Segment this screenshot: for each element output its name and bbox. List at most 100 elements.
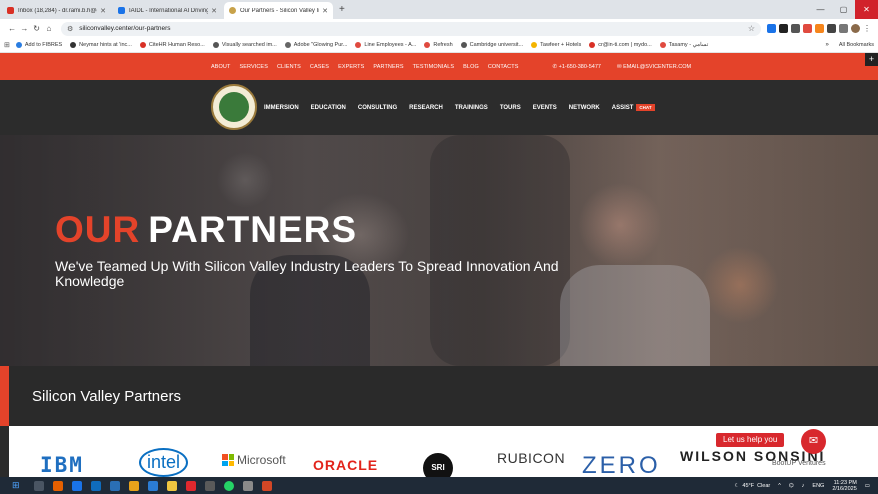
- back-button[interactable]: ←: [6, 24, 18, 33]
- topnav-testimonials[interactable]: TESTIMONIALS: [413, 64, 455, 70]
- moon-icon: ☾: [734, 482, 740, 489]
- bookmark-item[interactable]: Refresh: [424, 42, 453, 48]
- clock[interactable]: 11:23 PM 2/16/2025: [832, 480, 856, 492]
- email-link[interactable]: ✉ EMAIL@SVICENTER.COM: [617, 64, 691, 70]
- window-controls: — ▢ ✕: [809, 0, 878, 19]
- windows-start-icon[interactable]: ⊞: [12, 480, 26, 491]
- topnav-about[interactable]: ABOUT: [211, 64, 230, 70]
- tab-inbox[interactable]: Inbox (18,284) - dr.rami.b.h@gm... ✕: [2, 2, 111, 19]
- close-tab-icon[interactable]: ✕: [100, 7, 106, 15]
- apps-grid-icon[interactable]: ⊞: [4, 41, 10, 49]
- bookmark-icon: [139, 42, 146, 48]
- bookmark-label: Line Employees - A...: [364, 42, 417, 48]
- menu-education[interactable]: EDUCATION: [311, 105, 346, 111]
- address-bar[interactable]: ⚙ siliconvalley.center/our-partners ☆: [61, 21, 761, 36]
- powerpoint-icon[interactable]: [262, 480, 272, 491]
- extension-icon[interactable]: [791, 24, 800, 33]
- phone-link[interactable]: ✆ +1-650-380-5477: [552, 64, 601, 70]
- topnav-blog[interactable]: BLOG: [463, 64, 479, 70]
- topnav-services[interactable]: SERVICES: [239, 64, 268, 70]
- bookmark-item[interactable]: Neymar hints at 'inc...: [70, 42, 132, 48]
- all-bookmarks-button[interactable]: All Bookmarks: [839, 42, 874, 48]
- topnav-contacts[interactable]: CONTACTS: [488, 64, 519, 70]
- new-tab-button[interactable]: +: [339, 4, 345, 15]
- app-icon[interactable]: [110, 480, 120, 491]
- ibm-logo[interactable]: IBM: [40, 453, 84, 477]
- network-icon[interactable]: ⌬: [789, 483, 794, 489]
- intel-logo[interactable]: intel: [139, 448, 189, 477]
- menu-events[interactable]: EVENTS: [533, 105, 557, 111]
- forward-button[interactable]: →: [18, 24, 30, 33]
- chevron-up-icon[interactable]: ^: [778, 483, 781, 489]
- hero-title: OUR PARTNERS: [55, 209, 357, 251]
- menu-immersion[interactable]: IMMERSION: [264, 105, 299, 111]
- bookmark-item[interactable]: Add to FIBRES: [15, 42, 62, 48]
- bookmark-item[interactable]: Tawfeer + Hotels: [531, 42, 581, 48]
- chat-help-bubble[interactable]: Let us help you: [716, 433, 785, 447]
- close-tab-icon[interactable]: ✕: [211, 7, 217, 15]
- puzzle-icon[interactable]: [839, 24, 848, 33]
- home-button[interactable]: ⌂: [43, 24, 55, 33]
- chrome-icon[interactable]: [243, 480, 253, 491]
- bookmark-item[interactable]: Cambridge universit...: [460, 42, 523, 48]
- rubicon-logo[interactable]: RUBICON: [497, 450, 565, 466]
- tab-our-partners[interactable]: Our Partners - Silicon Valley Inn... ✕: [224, 2, 333, 19]
- extension-icon[interactable]: [767, 24, 776, 33]
- bookmark-item[interactable]: Adobe "Glowing Pur...: [284, 42, 347, 48]
- bookmark-item[interactable]: Visually searched im...: [212, 42, 277, 48]
- notification-icon[interactable]: ▭: [865, 483, 870, 489]
- tab-iaidl[interactable]: IAIDL - International AI Driving... ✕: [113, 2, 222, 19]
- messenger-icon[interactable]: ✉: [801, 429, 826, 454]
- chrome-icon[interactable]: [129, 480, 139, 491]
- file-explorer-icon[interactable]: [167, 480, 177, 491]
- chrome-icon[interactable]: [72, 480, 82, 491]
- maximize-button[interactable]: ▢: [832, 0, 855, 19]
- reload-button[interactable]: ↻: [31, 24, 43, 33]
- sri-logo[interactable]: SRI: [423, 453, 453, 477]
- oracle-logo[interactable]: ORACLE: [313, 457, 378, 473]
- bookmark-item[interactable]: Line Employees - A...: [355, 42, 416, 48]
- search-icon[interactable]: [34, 480, 44, 491]
- volume-icon[interactable]: ♪: [802, 483, 805, 489]
- zero-logo[interactable]: ZERO: [582, 452, 661, 477]
- metamask-icon[interactable]: [815, 24, 824, 33]
- menu-trainings[interactable]: TRAININGS: [455, 105, 488, 111]
- close-window-button[interactable]: ✕: [855, 0, 878, 19]
- menu-network[interactable]: NETWORK: [569, 105, 600, 111]
- outlook-icon[interactable]: [91, 480, 101, 491]
- bookmark-item[interactable]: CiteHR Human Reso...: [139, 42, 205, 48]
- topnav-cases[interactable]: CASES: [310, 64, 329, 70]
- minimize-button[interactable]: —: [809, 0, 832, 19]
- system-tray: ☾ 45°F Clear ^ ⌬ ♪ ENG 11:23 PM 2/16/202…: [734, 480, 878, 492]
- language-indicator[interactable]: ENG: [812, 483, 824, 489]
- microsoft-logo[interactable]: Microsoft: [222, 453, 286, 467]
- url-text[interactable]: siliconvalley.center/our-partners: [79, 25, 748, 32]
- menu-assist[interactable]: ASSIST CHAT: [612, 103, 655, 111]
- app-icon[interactable]: [205, 480, 215, 491]
- bootup-ventures-logo[interactable]: BootUP Ventures: [772, 460, 826, 467]
- topnav-experts[interactable]: EXPERTS: [338, 64, 364, 70]
- extension-icon[interactable]: [779, 24, 788, 33]
- menu-icon[interactable]: ⋮: [863, 24, 872, 33]
- weather-widget[interactable]: ☾ 45°F Clear: [734, 483, 770, 489]
- word-icon[interactable]: [148, 480, 158, 491]
- bookmark-star-icon[interactable]: ☆: [748, 24, 755, 33]
- bookmark-item[interactable]: Tasamy - تسامي: [659, 42, 708, 48]
- menu-tours[interactable]: TOURS: [500, 105, 521, 111]
- menu-research[interactable]: RESEARCH: [409, 105, 443, 111]
- topnav-clients[interactable]: CLIENTS: [277, 64, 301, 70]
- more-bookmarks-button[interactable]: »: [826, 42, 829, 48]
- bookmark-item[interactable]: cr@in-ti.com | mydo...: [589, 42, 652, 48]
- extension-icon[interactable]: [803, 24, 812, 33]
- whatsapp-icon[interactable]: [224, 480, 234, 491]
- corner-plus-button[interactable]: +: [865, 53, 878, 66]
- avatar[interactable]: [851, 24, 860, 33]
- site-logo[interactable]: [211, 84, 257, 130]
- close-tab-icon[interactable]: ✕: [322, 7, 328, 15]
- opera-icon[interactable]: [186, 480, 196, 491]
- menu-consulting[interactable]: CONSULTING: [358, 105, 397, 111]
- extension-icon[interactable]: [827, 24, 836, 33]
- firefox-icon[interactable]: [53, 480, 63, 491]
- site-info-icon[interactable]: ⚙: [67, 25, 73, 33]
- topnav-partners[interactable]: PARTNERS: [373, 64, 403, 70]
